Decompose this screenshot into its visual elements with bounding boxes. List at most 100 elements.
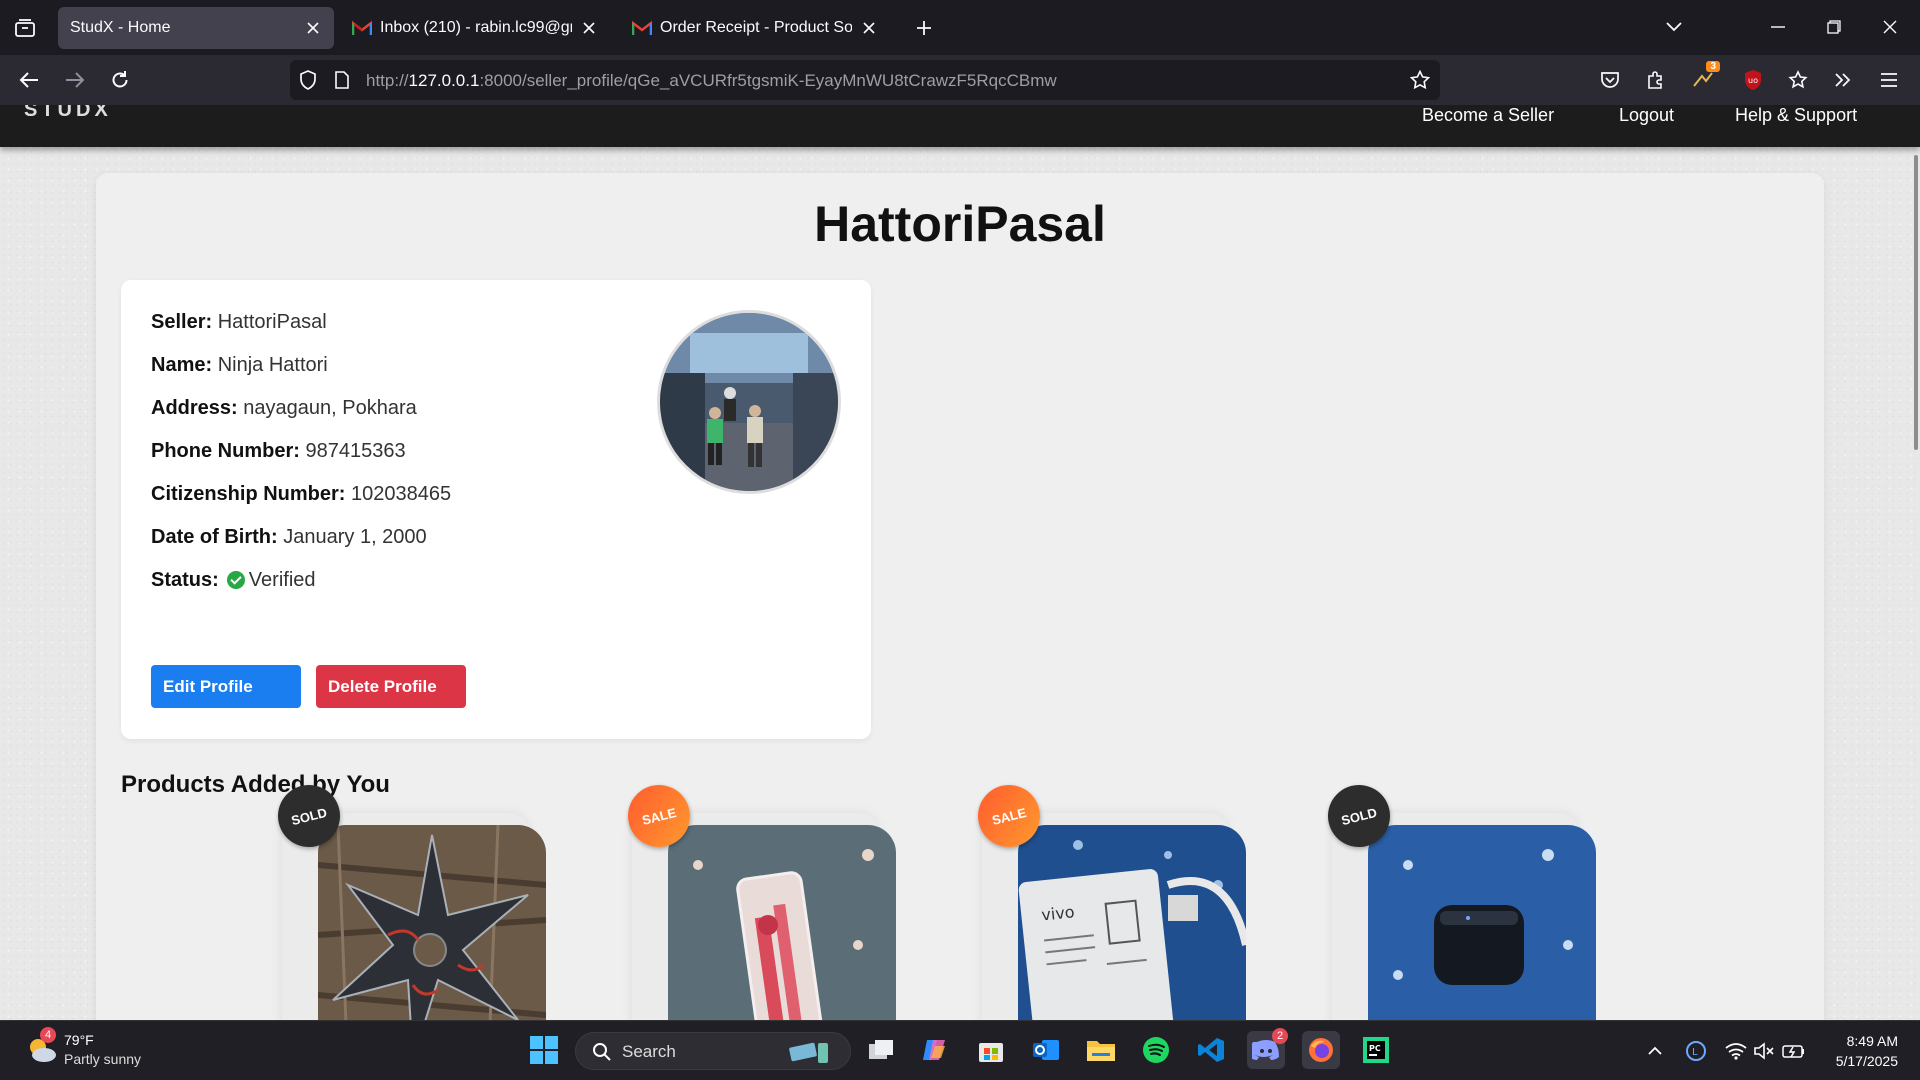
extensions-puzzle-icon[interactable] xyxy=(1642,67,1668,93)
discord-icon[interactable]: 2 xyxy=(1247,1028,1288,1069)
overflow-chevrons-icon[interactable] xyxy=(1830,67,1856,93)
copilot-icon[interactable] xyxy=(916,1031,954,1069)
bookmark-star-icon[interactable] xyxy=(1410,70,1430,90)
profile-card: Seller: HattoriPasal Name: Ninja Hattori… xyxy=(121,280,871,739)
language-l-icon[interactable]: L xyxy=(1684,1039,1708,1063)
product-image-charger[interactable]: vivo xyxy=(1018,825,1246,1020)
vscode-icon[interactable] xyxy=(1192,1031,1230,1069)
products-heading: Products Added by You xyxy=(121,771,390,798)
new-tab-icon[interactable] xyxy=(910,14,938,42)
phone-label: Phone Number: xyxy=(151,440,300,462)
close-tab-icon[interactable] xyxy=(860,19,878,37)
product-image-pen-case[interactable] xyxy=(668,825,896,1020)
shield-icon[interactable] xyxy=(298,70,318,90)
file-explorer-icon[interactable] xyxy=(1082,1031,1120,1069)
address-value: nayagaun, Pokhara xyxy=(243,397,417,419)
taskbar-search[interactable]: Search xyxy=(575,1032,851,1070)
store-title: HattoriPasal xyxy=(814,196,1106,252)
outlook-icon[interactable] xyxy=(1027,1031,1065,1069)
battery-charging-icon[interactable] xyxy=(1782,1039,1806,1063)
gmail-icon xyxy=(351,20,373,36)
tab-order-receipt[interactable]: Order Receipt - Product Sold - r xyxy=(620,7,890,49)
pycharm-icon[interactable]: PC xyxy=(1357,1031,1395,1069)
phone-value: 987415363 xyxy=(305,440,406,462)
search-icon xyxy=(593,1043,611,1061)
site-logo[interactable]: STUDX xyxy=(24,105,112,122)
product-image-earbuds[interactable] xyxy=(1368,825,1596,1020)
citizenship-value: 102038465 xyxy=(351,483,452,505)
reload-icon[interactable] xyxy=(105,65,135,95)
name-row: Name: Ninja Hattori xyxy=(151,354,328,377)
ublock-origin-icon[interactable]: uo xyxy=(1740,67,1766,93)
search-highlight-icon xyxy=(789,1042,828,1063)
product-card[interactable]: SOLD xyxy=(271,778,546,1020)
windows-start-icon[interactable] xyxy=(525,1031,563,1069)
pocket-icon[interactable] xyxy=(1597,67,1623,93)
microsoft-store-icon[interactable] xyxy=(972,1031,1010,1069)
search-label: Search xyxy=(622,1042,676,1061)
spotify-icon[interactable] xyxy=(1137,1031,1175,1069)
system-clock[interactable]: 8:49 AM 5/17/2025 xyxy=(1836,1031,1898,1071)
citizenship-row: Citizenship Number: 102038465 xyxy=(151,483,451,506)
svg-text:PC: PC xyxy=(1369,1044,1381,1053)
url-path: :8000/seller_profile/qGe_aVCURfr5tgsmiK-… xyxy=(479,71,1057,90)
browser-tab-bar: StudX - Home Inbox (210) - rabin.lc99@gm… xyxy=(0,0,1920,55)
hamburger-menu-icon[interactable] xyxy=(1876,67,1902,93)
clock-date: 5/17/2025 xyxy=(1835,1053,1898,1069)
page-viewport: STUDX Become a Seller Logout Help & Supp… xyxy=(0,105,1920,1020)
tab-list-icon[interactable] xyxy=(12,15,38,41)
verified-check-icon xyxy=(226,571,245,589)
firefox-icon[interactable] xyxy=(1302,1031,1340,1069)
extension-clipper-icon[interactable]: 3 xyxy=(1690,61,1720,93)
extension-badge: 3 xyxy=(1706,61,1720,72)
close-tab-icon[interactable] xyxy=(304,19,322,37)
product-card[interactable]: SOLD xyxy=(1321,778,1596,1020)
seller-row: Seller: HattoriPasal xyxy=(151,311,327,334)
dob-label: Date of Birth: xyxy=(151,526,278,548)
seller-profile-container: HattoriPasal Seller: HattoriPasal Name: … xyxy=(96,173,1824,1020)
edit-profile-button[interactable]: Edit Profile xyxy=(151,665,301,708)
forward-arrow-icon[interactable] xyxy=(60,65,90,95)
become-seller-link[interactable]: Become a Seller xyxy=(1422,105,1554,126)
tab-overflow-chevron-icon[interactable] xyxy=(1658,12,1690,42)
svg-text:vivo: vivo xyxy=(1040,902,1075,924)
address-label: Address: xyxy=(151,397,238,419)
weather-description: Partly sunny xyxy=(64,1051,142,1067)
page-scrollbar[interactable] xyxy=(1914,155,1918,450)
close-tab-icon[interactable] xyxy=(580,19,598,37)
wifi-icon[interactable] xyxy=(1724,1039,1748,1063)
close-window-icon[interactable] xyxy=(1874,12,1906,42)
svg-text:uo: uo xyxy=(1748,76,1758,85)
back-arrow-icon[interactable] xyxy=(14,65,44,95)
product-image-shuriken[interactable] xyxy=(318,825,546,1020)
weather-widget[interactable]: 4 79°F Partly sunny xyxy=(24,1027,184,1073)
dob-value: January 1, 2000 xyxy=(283,526,427,548)
volume-muted-icon[interactable] xyxy=(1752,1039,1776,1063)
minimize-icon[interactable] xyxy=(1762,12,1794,42)
restore-icon[interactable] xyxy=(1818,12,1850,42)
svg-text:L: L xyxy=(1692,1047,1698,1058)
phone-row: Phone Number: 987415363 xyxy=(151,440,406,463)
help-support-link[interactable]: Help & Support xyxy=(1735,105,1857,126)
seller-avatar xyxy=(657,310,841,494)
tab-title: Inbox (210) - rabin.lc99@gmail.c xyxy=(380,19,572,36)
page-icon[interactable] xyxy=(332,70,352,90)
citizenship-label: Citizenship Number: xyxy=(151,483,346,505)
url-scheme: http:// xyxy=(366,71,409,90)
url-bar[interactable]: http://127.0.0.1:8000/seller_profile/qGe… xyxy=(290,60,1440,100)
logout-link[interactable]: Logout xyxy=(1619,105,1674,126)
windows-taskbar: 4 79°F Partly sunny Search 2 PC L 8:49 A… xyxy=(0,1020,1920,1080)
status-value: Verified xyxy=(248,569,316,591)
tab-studx-home[interactable]: StudX - Home xyxy=(58,7,334,49)
tab-gmail-inbox[interactable]: Inbox (210) - rabin.lc99@gmail.c xyxy=(340,7,610,49)
product-card[interactable]: SALE xyxy=(621,778,896,1020)
task-view-icon[interactable] xyxy=(862,1031,900,1069)
product-card[interactable]: SALE vivo xyxy=(971,778,1246,1020)
dob-row: Date of Birth: January 1, 2000 xyxy=(151,526,427,549)
delete-profile-button[interactable]: Delete Profile xyxy=(316,665,466,708)
url-host: 127.0.0.1 xyxy=(408,71,480,90)
extension-star-icon[interactable] xyxy=(1785,67,1811,93)
tray-chevron-up-icon[interactable] xyxy=(1643,1039,1667,1063)
url-text[interactable]: http://127.0.0.1:8000/seller_profile/qGe… xyxy=(366,71,1057,91)
discord-badge: 2 xyxy=(1272,1028,1288,1044)
